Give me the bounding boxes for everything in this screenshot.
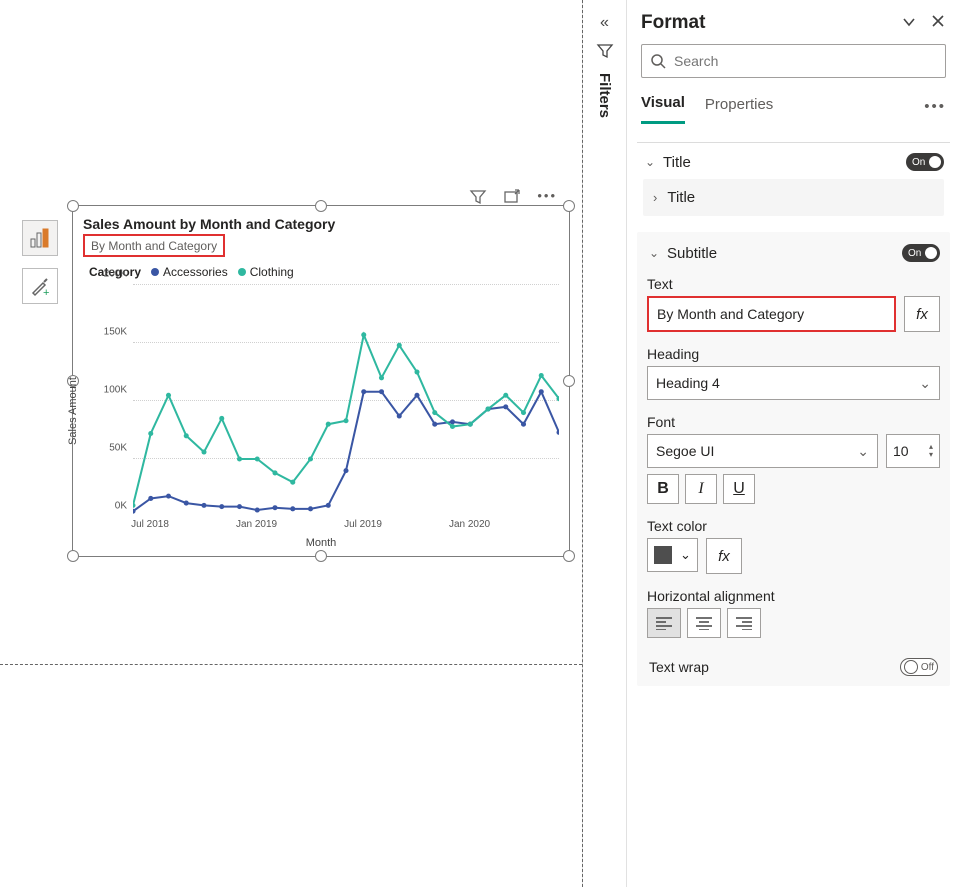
visualizations-toggle-button[interactable] — [22, 220, 58, 256]
panel-title: Format — [641, 12, 705, 34]
title-section: ⌄ Title On › Title — [637, 142, 950, 216]
chevron-down-icon: ⌄ — [919, 375, 931, 392]
heading-select[interactable]: Heading 4 ⌄ — [647, 366, 940, 400]
focus-mode-icon[interactable] — [503, 188, 521, 209]
x-tick: Jan 2020 — [449, 519, 490, 530]
field-label: Text wrap — [649, 659, 709, 675]
chart-plot-area: Sales Amount 0K 50K 100K 150K 200K Jul 2 — [83, 285, 559, 537]
chart-legend: Category Accessories Clothing — [73, 261, 569, 279]
filters-pane-collapsed[interactable]: « Filters — [582, 0, 626, 887]
report-canvas[interactable]: + ••• Sales Amo — [0, 0, 582, 665]
field-label: Font — [647, 414, 940, 430]
underline-button[interactable]: U — [723, 474, 755, 504]
y-tick: 200K — [104, 269, 127, 280]
field-label: Text color — [647, 518, 940, 534]
subtitle-text-input[interactable]: By Month and Category — [647, 296, 896, 332]
field-label: Horizontal alignment — [647, 588, 940, 604]
chart-visual[interactable]: ••• Sales Amount by Month and Category B… — [72, 205, 570, 557]
font-size-input[interactable]: 10 ▴▾ — [886, 434, 940, 468]
paintbrush-icon: + — [29, 275, 51, 297]
legend-item-label: Clothing — [250, 265, 294, 279]
chevron-right-icon: › — [653, 190, 657, 205]
font-family-select[interactable]: Segoe UI ⌄ — [647, 434, 878, 468]
chevron-down-icon: ⌄ — [680, 547, 691, 563]
text-color-picker[interactable]: ⌄ — [647, 538, 698, 572]
spinner-down-icon[interactable]: ▾ — [929, 451, 933, 459]
align-right-button[interactable] — [727, 608, 761, 638]
italic-button[interactable]: I — [685, 474, 717, 504]
chevron-down-icon[interactable] — [900, 13, 918, 34]
format-pane: Format Visual Properties ••• — [626, 0, 960, 887]
field-label: Text — [647, 276, 940, 292]
chevron-down-icon[interactable]: ⌄ — [643, 155, 657, 169]
color-swatch — [654, 546, 672, 564]
resize-handle[interactable] — [67, 200, 79, 212]
column-chart-icon — [29, 227, 51, 249]
chevron-down-icon[interactable]: ⌄ — [647, 246, 661, 260]
pane-divider[interactable] — [582, 0, 583, 887]
fx-button[interactable]: fx — [706, 538, 742, 574]
chevron-down-icon: ⌄ — [857, 443, 869, 460]
align-center-button[interactable] — [687, 608, 721, 638]
expand-left-icon[interactable]: « — [600, 14, 609, 32]
subtitle-toggle[interactable]: On — [902, 244, 940, 262]
resize-handle[interactable] — [67, 550, 79, 562]
x-axis-title: Month — [73, 537, 569, 549]
tab-properties[interactable]: Properties — [705, 90, 773, 123]
y-tick: 150K — [104, 327, 127, 338]
legend-item-label: Accessories — [163, 265, 228, 279]
resize-handle[interactable] — [563, 375, 575, 387]
resize-handle[interactable] — [563, 550, 575, 562]
svg-text:+: + — [43, 287, 49, 297]
text-wrap-toggle[interactable]: Off — [900, 658, 938, 676]
chart-title: Sales Amount by Month and Category — [83, 216, 559, 232]
title-subcard[interactable]: › Title — [643, 179, 944, 216]
x-tick: Jul 2018 — [131, 519, 169, 530]
search-input[interactable] — [641, 44, 946, 78]
align-left-button[interactable] — [647, 608, 681, 638]
filter-icon[interactable] — [469, 188, 487, 209]
search-icon — [650, 53, 666, 69]
resize-handle[interactable] — [315, 200, 327, 212]
x-tick: Jan 2019 — [236, 519, 277, 530]
field-label: Heading — [647, 346, 940, 362]
more-options-icon[interactable]: ••• — [537, 188, 557, 209]
title-toggle[interactable]: On — [906, 153, 944, 171]
fx-button[interactable]: fx — [904, 296, 940, 332]
y-tick: 100K — [104, 385, 127, 396]
resize-handle[interactable] — [563, 200, 575, 212]
x-tick: Jul 2019 — [344, 519, 382, 530]
resize-handle[interactable] — [315, 550, 327, 562]
format-brush-button[interactable]: + — [22, 268, 58, 304]
close-icon[interactable] — [930, 13, 946, 34]
y-axis-title: Sales Amount — [67, 377, 79, 445]
more-options-icon[interactable]: ••• — [924, 98, 946, 115]
y-tick: 50K — [109, 443, 127, 454]
chart-subtitle: By Month and Category — [91, 239, 217, 253]
section-label[interactable]: Title — [663, 154, 691, 171]
subtitle-section: ⌄ Subtitle On Text By Month and Category… — [637, 232, 950, 686]
bold-button[interactable]: B — [647, 474, 679, 504]
section-label[interactable]: Subtitle — [667, 245, 717, 262]
filters-label: Filters — [596, 73, 613, 118]
filter-icon — [596, 42, 614, 63]
tab-visual[interactable]: Visual — [641, 88, 685, 124]
y-tick: 0K — [115, 501, 127, 512]
